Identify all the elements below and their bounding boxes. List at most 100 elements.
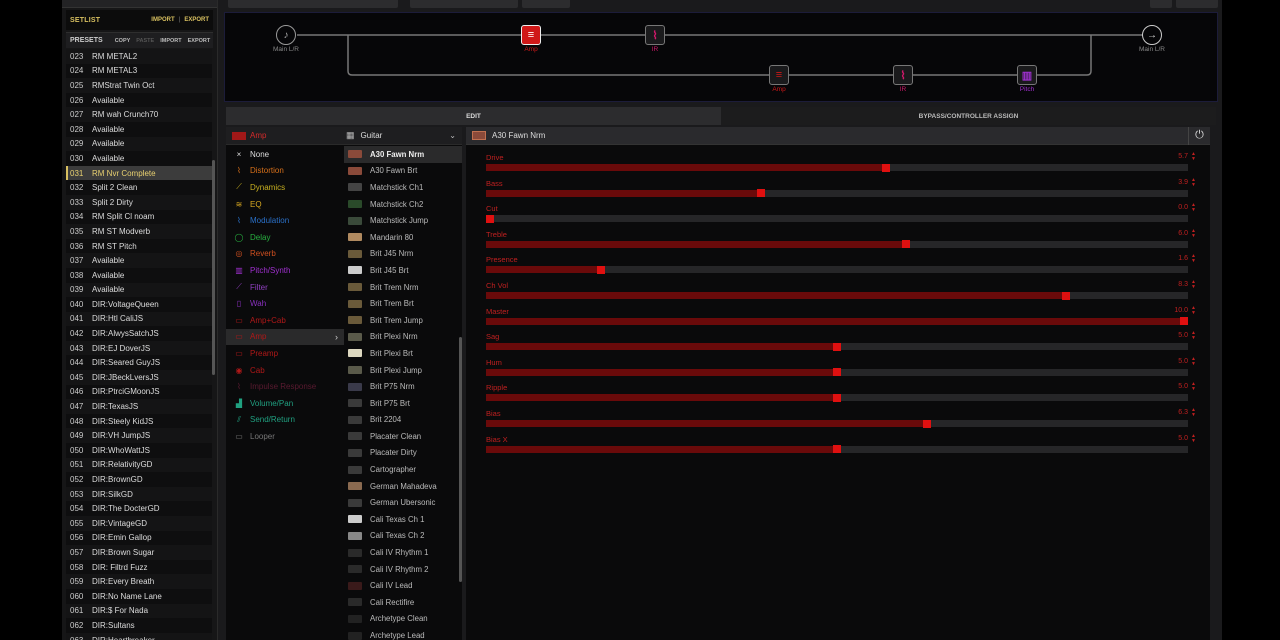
param-slider[interactable] (486, 163, 1188, 172)
stepper-arrows-icon[interactable]: ▲ ▼ (1191, 152, 1196, 162)
model-item[interactable]: Cali IV Lead (344, 577, 462, 594)
stepper-arrows-icon[interactable]: ▲ ▼ (1191, 228, 1196, 239)
model-item[interactable]: Cali IV Rhythm 2 (344, 561, 462, 578)
param-slider[interactable] (486, 445, 1188, 454)
category-item-looper[interactable]: ▭ Looper (226, 428, 344, 445)
stepper-arrows-icon[interactable]: ▲ ▼ (1191, 331, 1196, 341)
param-slider[interactable] (486, 342, 1188, 351)
category-item-dynamics[interactable]: ⟋ Dynamics (226, 179, 344, 196)
model-item[interactable]: A30 Fawn Brt (344, 163, 462, 180)
preset-item[interactable]: 039 Available (66, 282, 212, 298)
preset-item[interactable]: 058 DIR: Filtrd Fuzz (66, 559, 212, 575)
slider-handle[interactable] (833, 342, 841, 351)
model-item[interactable]: Cali IV Rhythm 1 (344, 544, 462, 561)
param-slider[interactable] (486, 317, 1188, 326)
param-value[interactable]: 5.0 (1178, 358, 1188, 365)
category-item-modulation[interactable]: ⌇ Modulation (226, 212, 344, 229)
stepper-arrows-icon[interactable]: ▲ ▼ (1191, 433, 1196, 444)
slider-handle[interactable] (1180, 317, 1188, 326)
preset-item[interactable]: 062 DIR:Sultans (66, 618, 212, 633)
undo-redo-buttons[interactable] (522, 0, 570, 8)
category-item-wah[interactable]: ▯ Wah (226, 295, 344, 312)
model-item[interactable]: Matchstick Ch1 (344, 179, 462, 196)
preset-item[interactable]: 059 DIR:Every Breath (66, 574, 212, 589)
model-item[interactable]: Matchstick Jump (344, 212, 462, 229)
param-slider[interactable] (486, 368, 1188, 377)
category-item-cab[interactable]: ◉ Cab (226, 362, 344, 379)
stepper-arrows-icon[interactable]: ▲ ▼ (1191, 280, 1196, 290)
model-item[interactable]: Brit Trem Brt (344, 295, 462, 312)
stepper-arrows-icon[interactable]: ▲ ▼ (1191, 254, 1196, 264)
preset-item[interactable]: 032 Split 2 Clean (66, 180, 212, 195)
preset-item[interactable]: 045 DIR:JBeckLversJS (66, 370, 212, 385)
slider-handle[interactable] (833, 393, 841, 402)
slider-handle[interactable] (902, 240, 911, 249)
preset-item[interactable]: 061 DIR:$ For Nada (66, 603, 212, 619)
param-value[interactable]: 5.0 (1178, 383, 1188, 390)
category-item-impulse-response[interactable]: ⌇ Impulse Response (226, 378, 344, 395)
preset-item[interactable]: 042 DIR:AlwysSatchJS (66, 326, 212, 341)
presets-paste-button[interactable]: PASTE (136, 38, 154, 44)
param-value[interactable]: 5.0 (1178, 435, 1188, 442)
preset-item[interactable]: 034 RM Split Cl noam (66, 209, 212, 225)
param-value[interactable]: 6.3 (1178, 409, 1188, 416)
param-value[interactable]: 1.6 (1178, 255, 1188, 262)
slider-handle[interactable] (833, 368, 841, 377)
preset-item[interactable]: 052 DIR:BrownGD (66, 472, 212, 487)
flow-block-amp-b[interactable]: ≡ (769, 65, 789, 85)
param-value[interactable]: 5.7 (1178, 153, 1188, 160)
param-slider[interactable] (486, 419, 1188, 428)
model-item[interactable]: Brit P75 Brt (344, 395, 462, 412)
chevron-down-icon[interactable]: ⌄ (449, 131, 456, 140)
preset-item[interactable]: 036 RM ST Pitch (66, 238, 212, 254)
slider-handle[interactable] (756, 189, 765, 198)
param-slider[interactable] (486, 240, 1188, 249)
preset-item[interactable]: 043 DIR:EJ DoverJS (66, 340, 212, 356)
preset-item[interactable]: 033 Split 2 Dirty (66, 194, 212, 210)
category-item-eq[interactable]: ≋ EQ (226, 196, 344, 213)
preset-item[interactable]: 055 DIR:VintageGD (66, 516, 212, 531)
param-value[interactable]: 10.0 (1174, 307, 1188, 314)
model-item[interactable]: German Ubersonic (344, 494, 462, 511)
preset-item[interactable]: 028 Available (66, 121, 212, 137)
model-item[interactable]: German Mahadeva (344, 478, 462, 495)
model-item[interactable]: Mandarin 80 (344, 229, 462, 246)
model-item[interactable]: Cali Texas Ch 1 (344, 511, 462, 528)
preset-item[interactable]: 054 DIR:The DocterGD (66, 501, 212, 516)
stepper-arrows-icon[interactable]: ▲ ▼ (1191, 177, 1196, 188)
setlist-import-button[interactable]: IMPORT (151, 17, 174, 23)
model-item[interactable]: Brit Plexi Brt (344, 345, 462, 362)
category-item-distortion[interactable]: ⌇ Distortion (226, 163, 344, 180)
stepper-arrows-icon[interactable]: ▲ ▼ (1191, 382, 1196, 392)
model-item[interactable]: Brit Trem Jump (344, 312, 462, 329)
preset-item[interactable]: 049 DIR:VH JumpJS (66, 428, 212, 444)
slider-handle[interactable] (1062, 291, 1071, 300)
model-item[interactable]: Brit J45 Nrm (344, 246, 462, 263)
category-dropdown[interactable]: Amp (250, 131, 340, 140)
param-value[interactable]: 6.0 (1178, 230, 1188, 237)
tab-edit[interactable]: EDIT (226, 107, 721, 125)
model-item[interactable]: Brit Plexi Jump (344, 362, 462, 379)
flow-block-ir-a[interactable]: ⌇ (645, 25, 665, 45)
slider-handle[interactable] (923, 419, 932, 428)
model-item[interactable]: Brit Trem Nrm (344, 279, 462, 296)
power-bypass-icon[interactable]: ⏻ (1188, 126, 1210, 145)
slider-handle[interactable] (833, 445, 841, 454)
preset-item[interactable]: 057 DIR:Brown Sugar (66, 545, 212, 560)
preset-item[interactable]: 051 DIR:RelativityGD (66, 457, 212, 473)
flow-block-amp-a[interactable]: ≡ (521, 25, 541, 45)
preset-name-field[interactable] (228, 0, 398, 8)
category-item-send-return[interactable]: ⫽ Send/Return (226, 412, 344, 429)
presets-import-button[interactable]: IMPORT (160, 38, 181, 44)
zoom-select[interactable] (1176, 0, 1218, 8)
preset-item[interactable]: 025 RMStrat Twin Oct (66, 78, 212, 93)
param-value[interactable]: 0.0 (1178, 204, 1188, 211)
model-item[interactable]: Placater Clean (344, 428, 462, 445)
model-item[interactable]: Brit Plexi Nrm (344, 329, 462, 346)
model-item[interactable]: Cali Texas Ch 2 (344, 528, 462, 545)
preset-item[interactable]: 027 RM wah Crunch70 (66, 107, 212, 122)
tab-bypass-controller-assign[interactable]: BYPASS/CONTROLLER ASSIGN (721, 107, 1216, 125)
preset-item[interactable]: 048 DIR:Steely KidJS (66, 413, 212, 429)
slider-handle[interactable] (597, 265, 606, 274)
grid-view-icon[interactable]: ▦ (346, 130, 355, 141)
